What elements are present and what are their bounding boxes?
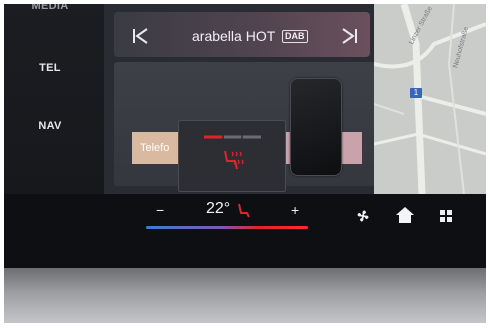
- seat-heat-icon: [221, 149, 245, 176]
- sidebar-item-media[interactable]: MEDIA: [4, 4, 96, 12]
- station-name: arabella HOT: [192, 28, 276, 44]
- apps-grid-icon[interactable]: [440, 209, 452, 227]
- sidebar-item-tel[interactable]: TEL: [4, 62, 96, 74]
- sidebar: MEDIA TEL NAV: [4, 4, 104, 194]
- seat-heating-popup[interactable]: [178, 120, 286, 192]
- dashboard-trim: [4, 268, 486, 323]
- home-icon[interactable]: [395, 206, 415, 229]
- smartphone-image: [290, 78, 342, 176]
- seat-icon[interactable]: [236, 202, 252, 223]
- prev-track-icon[interactable]: [132, 28, 150, 44]
- map-roads: [374, 4, 486, 194]
- fan-icon[interactable]: [355, 208, 371, 229]
- navigation-map[interactable]: Linzer Straße Neuhofstraße 1: [374, 4, 486, 194]
- temperature-gradient-bar: [146, 226, 308, 229]
- radio-player[interactable]: arabella HOT DAB: [114, 12, 370, 57]
- temperature-readout[interactable]: 22°: [206, 200, 230, 218]
- temp-minus-button[interactable]: −: [156, 202, 164, 218]
- climate-bar: − 22° +: [4, 194, 486, 268]
- next-track-icon[interactable]: [340, 28, 358, 44]
- road-number-badge: 1: [410, 88, 422, 98]
- dab-badge: DAB: [282, 30, 308, 43]
- temp-plus-button[interactable]: +: [291, 202, 299, 218]
- infotainment-screen: MEDIA TEL NAV arabella HOT DAB Telefo Li…: [4, 4, 486, 323]
- sidebar-item-nav[interactable]: NAV: [4, 120, 96, 132]
